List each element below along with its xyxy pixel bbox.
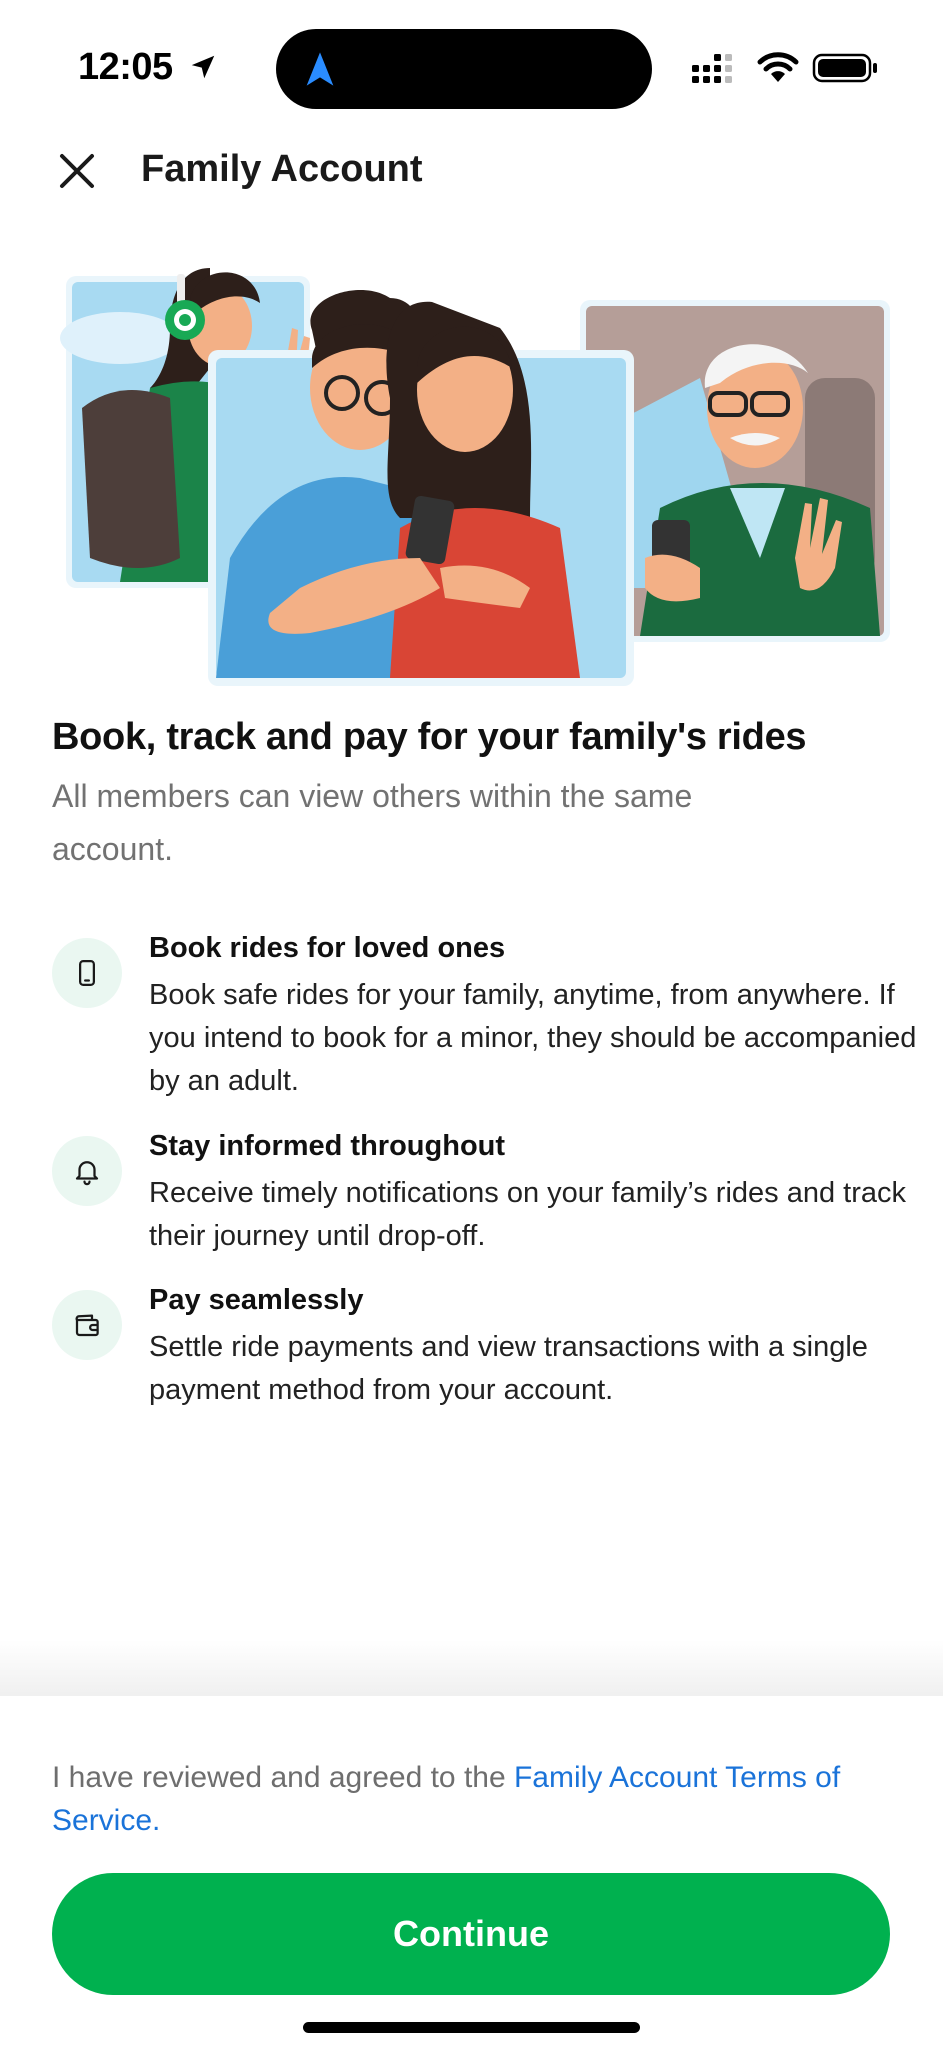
location-arrow-icon (191, 55, 215, 79)
page-title: Family Account (141, 148, 423, 190)
cellular-signal-icon (692, 54, 732, 83)
status-bar: 12:05 (0, 0, 943, 120)
close-icon[interactable] (52, 146, 102, 196)
terms-agreement-text: I have reviewed and agreed to the Family… (52, 1756, 882, 1842)
header: Family Account (0, 138, 943, 202)
feature-title: Stay informed throughout (149, 1130, 506, 1162)
continue-button[interactable]: Continue (52, 1873, 890, 1995)
dynamic-island (276, 29, 652, 109)
feature-icon-container (52, 1290, 122, 1360)
wifi-icon (757, 52, 799, 82)
phone-icon (79, 960, 95, 986)
family-riders-illustration (60, 268, 890, 686)
feature-icon-container (52, 1136, 122, 1206)
bottom-panel-shadow (0, 1640, 943, 1696)
terms-suffix: . (152, 1804, 161, 1837)
app-navigation-icon (306, 52, 334, 86)
feature-description: Settle ride payments and view transactio… (149, 1331, 868, 1406)
feature-title: Book rides for loved ones (149, 932, 506, 964)
feature-description: Book safe rides for your family, anytime… (149, 979, 917, 1097)
bottom-panel: I have reviewed and agreed to the Family… (0, 1696, 943, 2048)
battery-icon (812, 53, 877, 83)
bell-icon (75, 1161, 99, 1186)
status-time: 12:05 (78, 46, 173, 88)
terms-prefix: I have reviewed and agreed to the (52, 1761, 514, 1794)
headline: Book, track and pay for your family's ri… (52, 716, 807, 758)
feature-icon-container (52, 938, 122, 1008)
feature-description: Receive timely notifications on your fam… (149, 1177, 907, 1252)
home-indicator (303, 2022, 640, 2033)
wallet-icon (75, 1314, 99, 1337)
subhead: All members can view others within the s… (52, 778, 693, 867)
feature-title: Pay seamlessly (149, 1284, 364, 1316)
